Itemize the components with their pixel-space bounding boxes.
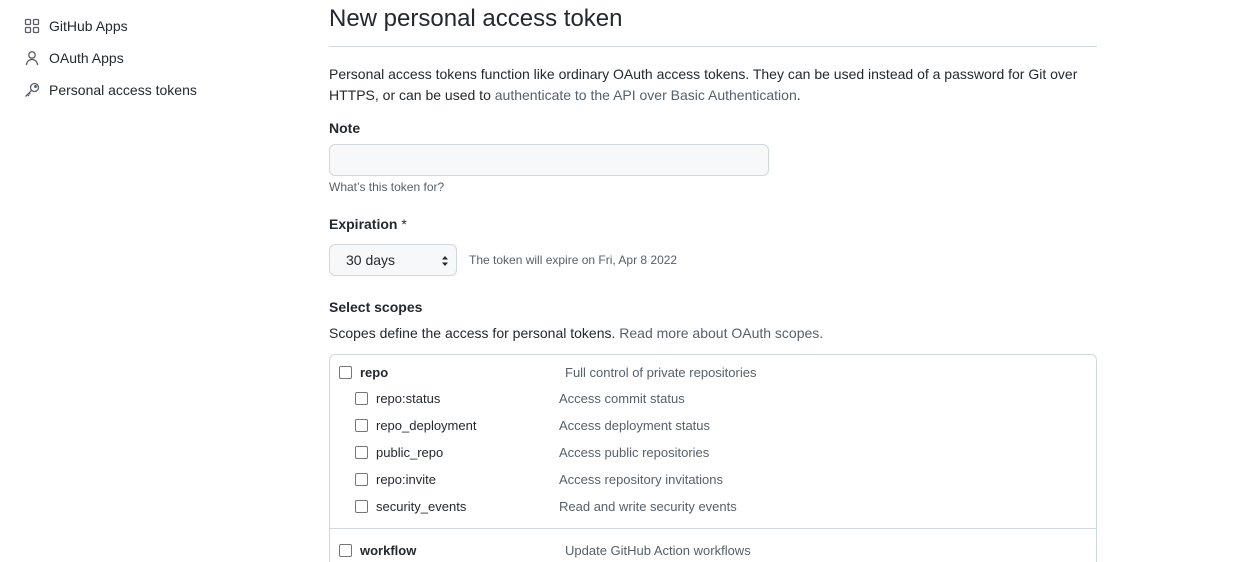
scope-group-repo: repo Full control of private repositorie… bbox=[330, 355, 1096, 529]
scope-name: security_events bbox=[376, 499, 467, 514]
scope-checkbox-workflow[interactable] bbox=[339, 543, 352, 557]
scope-row-repo-status: repo:status Access commit status bbox=[330, 385, 1096, 412]
scope-checkbox-repo-deployment[interactable] bbox=[355, 419, 368, 432]
scope-checkbox-repo-invite[interactable] bbox=[355, 473, 368, 486]
basic-auth-link[interactable]: authenticate to the API over Basic Authe… bbox=[495, 87, 797, 103]
scope-row-public-repo: public_repo Access public repositories bbox=[330, 439, 1096, 466]
scope-name: workflow bbox=[360, 542, 417, 558]
expiration-select[interactable]: 30 days bbox=[329, 244, 457, 276]
repo-subscopes: repo:status Access commit status repo_de… bbox=[330, 385, 1096, 520]
scope-checkbox-public-repo[interactable] bbox=[355, 446, 368, 459]
scope-description: Access public repositories bbox=[559, 445, 710, 460]
scope-description: Update GitHub Action workflows bbox=[565, 542, 751, 558]
scope-checkbox-repo[interactable] bbox=[339, 365, 352, 379]
expiration-selected-value: 30 days bbox=[346, 252, 396, 268]
scope-name: repo:invite bbox=[376, 472, 436, 487]
scope-row-security-events: security_events Read and write security … bbox=[330, 493, 1096, 520]
scope-row-workflow: workflow Update GitHub Action workflows bbox=[330, 541, 1096, 559]
scopes-list: repo Full control of private repositorie… bbox=[329, 354, 1097, 562]
page: GitHub Apps OAuth Apps Personal access t… bbox=[0, 0, 1248, 562]
sidebar: GitHub Apps OAuth Apps Personal access t… bbox=[24, 10, 284, 106]
scope-description: Access deployment status bbox=[559, 418, 711, 433]
expiration-label: Expiration * bbox=[329, 216, 1097, 236]
expiration-row: 30 days The token will expire on Fri, Ap… bbox=[329, 244, 1097, 276]
apps-grid-icon bbox=[24, 18, 40, 34]
scope-name: repo bbox=[360, 364, 389, 380]
sidebar-item-oauth-apps[interactable]: OAuth Apps bbox=[24, 42, 284, 74]
scope-description: Full control of private repositories bbox=[565, 364, 757, 380]
scope-name: repo_deployment bbox=[376, 418, 477, 433]
scope-description: Access commit status bbox=[559, 391, 685, 406]
scope-description: Access repository invitations bbox=[559, 472, 724, 487]
key-icon bbox=[24, 82, 40, 98]
required-mark: * bbox=[401, 216, 407, 232]
page-title: New personal access token bbox=[329, 0, 1097, 47]
scopes-desc-text: Scopes define the access for personal to… bbox=[329, 325, 620, 341]
oauth-scopes-link[interactable]: Read more about OAuth scopes. bbox=[619, 325, 823, 341]
scopes-label: Select scopes bbox=[329, 299, 423, 315]
scope-group-workflow: workflow Update GitHub Action workflows bbox=[330, 529, 1096, 562]
sidebar-item-personal-access-tokens[interactable]: Personal access tokens bbox=[24, 74, 284, 106]
expiration-note: The token will expire on Fri, Apr 8 2022 bbox=[469, 253, 678, 267]
sidebar-item-label: OAuth Apps bbox=[49, 50, 124, 66]
scope-row-repo-deployment: repo_deployment Access deployment status bbox=[330, 412, 1096, 439]
sidebar-item-label: Personal access tokens bbox=[49, 82, 197, 98]
scope-checkbox-repo-status[interactable] bbox=[355, 392, 368, 405]
sidebar-item-github-apps[interactable]: GitHub Apps bbox=[24, 10, 284, 42]
expiration-label-text: Expiration bbox=[329, 216, 398, 232]
intro-end: . bbox=[796, 87, 801, 103]
note-input[interactable] bbox=[329, 144, 769, 176]
person-icon bbox=[24, 50, 40, 66]
note-label: Note bbox=[329, 120, 361, 136]
sidebar-item-label: GitHub Apps bbox=[49, 18, 128, 34]
scope-name: repo:status bbox=[376, 391, 441, 406]
scope-description: Read and write security events bbox=[559, 499, 737, 514]
intro-text: Personal access tokens function like ord… bbox=[329, 64, 1089, 106]
select-caret-icon bbox=[441, 254, 449, 268]
scope-row-repo: repo Full control of private repositorie… bbox=[330, 363, 1096, 381]
scope-checkbox-security-events[interactable] bbox=[355, 500, 368, 513]
scopes-description: Scopes define the access for personal to… bbox=[329, 325, 1097, 341]
main-content: New personal access token Personal acces… bbox=[329, 0, 1097, 562]
note-hint: What’s this token for? bbox=[329, 180, 445, 194]
scope-name: public_repo bbox=[376, 445, 444, 460]
scope-row-repo-invite: repo:invite Access repository invitation… bbox=[330, 466, 1096, 493]
